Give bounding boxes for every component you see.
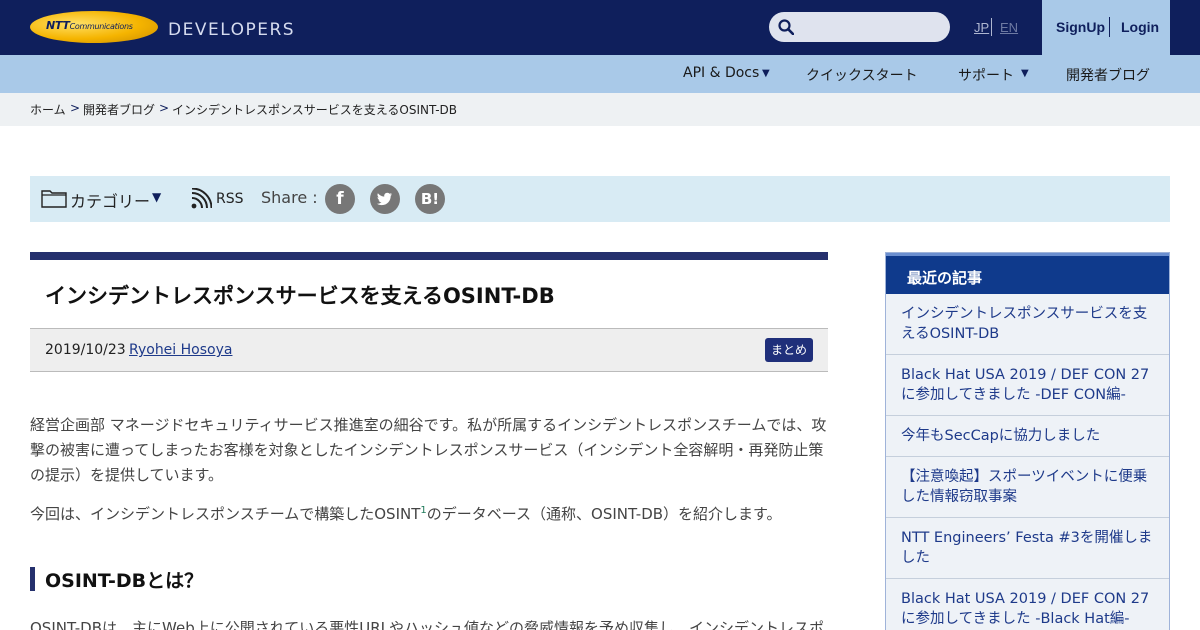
- recent-post-item[interactable]: 今年もSecCapに協力しました: [886, 416, 1169, 457]
- article-date: 2019/10/23: [45, 342, 126, 358]
- search-icon[interactable]: [778, 19, 794, 35]
- nav-item-dev-blog[interactable]: 開発者ブログ: [1066, 65, 1150, 85]
- folder-icon[interactable]: [41, 188, 67, 208]
- rss-icon[interactable]: [190, 188, 212, 210]
- article-toolbar: カテゴリー ▼ RSS Share : f B!: [30, 176, 1170, 222]
- breadcrumb-separator: >: [70, 101, 81, 115]
- search-input[interactable]: [801, 16, 941, 38]
- logo-text: NTTCommunications: [46, 19, 133, 32]
- chevron-down-icon[interactable]: ▼: [1021, 68, 1029, 79]
- ntt-communications-logo[interactable]: NTTCommunications: [30, 11, 158, 43]
- top-header: NTTCommunications DEVELOPERS JP EN SignU…: [0, 0, 1200, 55]
- site-name[interactable]: DEVELOPERS: [168, 20, 295, 40]
- main-nav: API & Docs ▼ クイックスタート サポート ▼ 開発者ブログ: [0, 55, 1200, 93]
- twitter-bird-glyph: [377, 192, 392, 206]
- breadcrumb-separator: >: [159, 101, 170, 115]
- recent-post-item[interactable]: 【注意喚起】スポーツイベントに便乗した情報窃取事案: [886, 457, 1169, 518]
- recent-post-item[interactable]: インシデントレスポンスサービスを支えるOSINT-DB: [886, 294, 1169, 355]
- recent-post-title: Black Hat USA 2019 / DEF CON 27に参加してきました…: [901, 591, 1150, 627]
- chevron-down-icon[interactable]: ▼: [152, 190, 161, 204]
- recent-post-item[interactable]: Black Hat USA 2019 / DEF CON 27に参加してきました…: [886, 579, 1169, 630]
- hatena-bookmark-icon[interactable]: B!: [415, 184, 445, 214]
- recent-post-title: NTT Engineers’ Festa #3を開催しました: [901, 530, 1153, 566]
- recent-post-title: インシデントレスポンスサービスを支えるOSINT-DB: [901, 306, 1148, 342]
- nav-item-quickstart[interactable]: クイックスタート: [806, 65, 918, 85]
- category-menu[interactable]: カテゴリー: [70, 188, 150, 212]
- logo-sub: Communications: [69, 22, 133, 31]
- para2-text-after: のデータベース（通称、OSINT-DB）を紹介します。: [426, 505, 782, 523]
- article-top-bar: [30, 252, 828, 260]
- article-meta: 2019/10/23 Ryohei Hosoya まとめ: [30, 328, 828, 372]
- recent-post-item[interactable]: NTT Engineers’ Festa #3を開催しました: [886, 518, 1169, 579]
- breadcrumb: ホーム > 開発者ブログ > インシデントレスポンスサービスを支えるOSINT-…: [0, 93, 1200, 126]
- login-link[interactable]: Login: [1121, 19, 1159, 35]
- recent-post-title: Black Hat USA 2019 / DEF CON 27に参加してきました…: [901, 367, 1150, 403]
- signup-link[interactable]: SignUp: [1056, 19, 1105, 35]
- article-title: インシデントレスポンスサービスを支えるOSINT-DB: [45, 284, 555, 308]
- recent-posts-sidebar: 最近の記事 インシデントレスポンスサービスを支えるOSINT-DB Black …: [885, 252, 1170, 630]
- chevron-down-icon[interactable]: ▼: [762, 68, 770, 79]
- breadcrumb-current: インシデントレスポンスサービスを支えるOSINT-DB: [172, 103, 458, 117]
- para2-text: 今回は、インシデントレスポンスチームで構築したOSINT: [30, 505, 421, 523]
- logo-brand: NTT: [46, 19, 70, 32]
- recent-post-item[interactable]: Black Hat USA 2019 / DEF CON 27に参加してきました…: [886, 355, 1169, 416]
- lang-en-link[interactable]: EN: [1000, 20, 1018, 35]
- recent-post-title: 今年もSecCapに協力しました: [901, 428, 1101, 444]
- nav-item-api-docs[interactable]: API & Docs: [683, 65, 759, 81]
- breadcrumb-dev-blog[interactable]: 開発者ブログ: [83, 101, 155, 118]
- breadcrumb-home[interactable]: ホーム: [30, 101, 66, 118]
- rss-link[interactable]: RSS: [216, 191, 244, 207]
- auth-box: SignUp Login: [1042, 0, 1170, 55]
- article-tag-badge[interactable]: まとめ: [765, 338, 814, 362]
- lang-divider: [991, 18, 992, 36]
- section-heading-bar: [30, 567, 35, 591]
- auth-divider: [1109, 17, 1110, 37]
- sidebar-title: 最近の記事: [907, 269, 983, 287]
- facebook-icon[interactable]: f: [325, 184, 355, 214]
- article-author-link[interactable]: Ryohei Hosoya: [129, 342, 232, 358]
- nav-item-support[interactable]: サポート: [958, 65, 1014, 85]
- recent-post-title: 【注意喚起】スポーツイベントに便乗した情報窃取事案: [901, 469, 1148, 505]
- share-label: Share :: [261, 188, 318, 207]
- section-heading: OSINT-DBとは？: [45, 570, 204, 592]
- sidebar-header: 最近の記事: [886, 253, 1169, 294]
- article-paragraph-intro: 経営企画部 マネージドセキュリティサービス推進室の細谷です。私が所属するインシデ…: [30, 416, 827, 484]
- lang-jp-link[interactable]: JP: [974, 20, 989, 35]
- search-box[interactable]: [769, 12, 950, 42]
- article-paragraph-3: OSINT-DBは、主にWeb上に公開されている悪性URLやハッシュ値などの脅威…: [30, 619, 825, 630]
- twitter-icon[interactable]: [370, 184, 400, 214]
- article-paragraph-2: 今回は、インシデントレスポンスチームで構築したOSINT1のデータベース（通称、…: [30, 502, 830, 527]
